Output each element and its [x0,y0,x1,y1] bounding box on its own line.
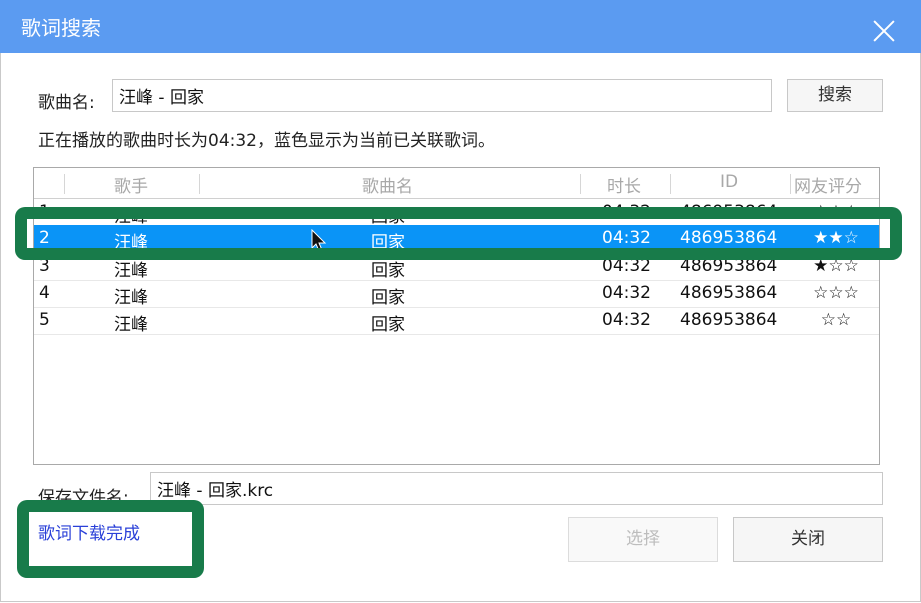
table-header: 歌手 歌曲名 时长 ID 网友评分 [34,168,879,199]
row-song: 回家 [371,288,405,308]
col-duration[interactable]: 时长 [607,172,641,197]
save-filename-input[interactable] [150,472,883,505]
col-id[interactable]: ID [720,172,738,192]
row-id: 486953864 [680,310,778,330]
title-bar: 歌词搜索 [0,0,921,53]
highlight-box-status [17,500,204,578]
search-button[interactable]: 搜索 [787,79,883,112]
highlight-box-selected-row [15,207,902,260]
window-title: 歌词搜索 [21,16,101,40]
row-singer: 汪峰 [114,315,148,335]
row-rating: ☆☆ [820,310,852,330]
row-singer: 汪峰 [114,288,148,308]
row-rating: ☆☆☆ [813,283,859,303]
row-song: 回家 [371,315,405,335]
col-rating[interactable]: 网友评分 [794,172,862,197]
select-button[interactable]: 选择 [568,517,718,562]
row-duration: 04:32 [602,283,651,303]
col-song[interactable]: 歌曲名 [362,172,413,197]
row-duration: 04:32 [602,310,651,330]
song-name-input[interactable] [112,79,772,112]
row-index: 4 [39,283,50,303]
col-singer[interactable]: 歌手 [114,172,148,197]
close-button[interactable]: 关闭 [733,517,883,562]
table-row[interactable]: 5 汪峰 回家 04:32 486953864 ☆☆ [34,307,879,335]
row-index: 5 [39,310,50,330]
close-icon[interactable] [873,20,895,42]
info-text: 正在播放的歌曲时长为04:32，蓝色显示为当前已关联歌词。 [38,131,495,151]
row-id: 486953864 [680,283,778,303]
song-name-label: 歌曲名: [38,93,95,113]
table-row[interactable]: 4 汪峰 回家 04:32 486953864 ☆☆☆ [34,280,879,308]
